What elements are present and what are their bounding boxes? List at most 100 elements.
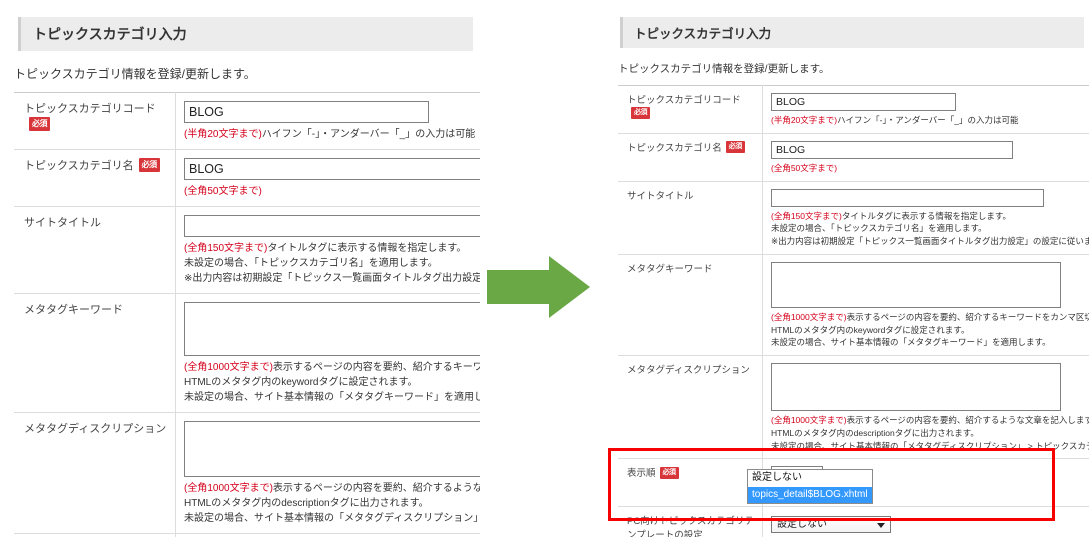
meta-description-note-rest: 表示するページの内容を要約、紹介するような文章を記入します。 bbox=[846, 415, 1089, 425]
meta-description-note-line3: 未設定の場合、サイト基本情報の「メタタグディスクリプション」 > トピックスカテ… bbox=[771, 440, 1089, 451]
row-label-name-text: トピックスカテゴリ名 bbox=[24, 160, 134, 172]
site-title-note: (全角150文字まで)タイトルタグに表示する情報を指定します。 未設定の場合、「… bbox=[771, 210, 1089, 248]
row-label-site-title-text: サイトタイトル bbox=[24, 217, 101, 229]
meta-description-note: (全角1000文字まで)表示するページの内容を要約、紹介するような文章を記入しま… bbox=[771, 414, 1089, 452]
row-label-site-title: サイトタイトル bbox=[618, 181, 763, 255]
table-row: PC向けトピックスカテゴリテンプレートの設定 設定しない (全角50文字まで) bbox=[618, 506, 1089, 537]
meta-keyword-note-line2: HTMLのメタタグ内のkeywordタグに設定されます。 bbox=[184, 377, 418, 388]
code-note-limit: (半角20文字まで) bbox=[184, 129, 262, 140]
row-value-name: (全角50文字まで) bbox=[175, 149, 480, 207]
form-panel-after: トピックスカテゴリ入力 トピックスカテゴリ情報を登録/更新します。 トピックスカ… bbox=[608, 0, 1089, 537]
category-code-input[interactable] bbox=[184, 101, 429, 123]
row-label-code: トピックスカテゴリコード必須 bbox=[618, 85, 763, 134]
row-value-code: (半角20文字まで)ハイフン「-」・アンダーバー「_」の入力は可能 bbox=[175, 92, 480, 150]
table-row: サイトタイトル (全角150文字まで)タイトルタグに表示する情報を指定します。 … bbox=[618, 181, 1089, 255]
table-row: トピックスカテゴリコード必須 (半角20文字まで)ハイフン「-」・アンダーバー「… bbox=[14, 92, 480, 150]
row-label-meta-keyword: メタタグキーワード bbox=[14, 293, 176, 413]
name-note-limit: (全角50文字まで) bbox=[771, 162, 838, 173]
pc-template-select[interactable]: 設定しない bbox=[771, 516, 891, 533]
row-label-meta-keyword: メタタグキーワード bbox=[618, 254, 763, 356]
site-title-note-limit: (全角150文字まで) bbox=[771, 210, 842, 221]
meta-description-note-line3: 未設定の場合、サイト基本情報の「メタタグディスクリプション」 > トピックスカテ… bbox=[184, 513, 480, 524]
pc-template-dropdown-list[interactable]: 設定しない topics_detail$BLOG.xhtml bbox=[747, 469, 873, 504]
site-title-note: (全角150文字まで)タイトルタグに表示する情報を指定します。 未設定の場合、「… bbox=[184, 241, 480, 286]
meta-description-note-line2: HTMLのメタタグ内のdescriptionタグに出力されます。 bbox=[184, 498, 429, 509]
table-row: メタタグディスクリプション (全角1000文字まで)表示するページの内容を要約、… bbox=[618, 355, 1089, 459]
form-panel-before: トピックスカテゴリ入力 トピックスカテゴリ情報を登録/更新します。 トピックスカ… bbox=[0, 0, 480, 537]
site-title-input[interactable] bbox=[771, 188, 1044, 207]
row-label-name: トピックスカテゴリ名 必須 bbox=[14, 149, 176, 207]
category-code-note: (半角20文字まで)ハイフン「-」・アンダーバー「_」の入力は可能 bbox=[184, 127, 480, 142]
dropdown-option-none[interactable]: 設定しない bbox=[748, 470, 872, 487]
pc-template-select-wrap[interactable]: 設定しない bbox=[771, 516, 891, 533]
meta-keyword-note-limit: (全角1000文字まで) bbox=[771, 311, 847, 322]
code-note-rest: ハイフン「-」・アンダーバー「_」の入力は可能 bbox=[837, 115, 1019, 125]
category-name-input[interactable] bbox=[771, 140, 1013, 159]
row-label-meta-description-text: メタタグディスクリプション bbox=[24, 423, 167, 435]
meta-description-textarea[interactable] bbox=[771, 363, 1061, 411]
meta-keyword-note-limit: (全角1000文字まで) bbox=[184, 362, 273, 373]
row-label-site-title-text: サイトタイトル bbox=[627, 190, 694, 202]
category-code-note: (半角20文字まで)ハイフン「-」・アンダーバー「_」の入力は可能 bbox=[771, 114, 1089, 127]
row-label-name: トピックスカテゴリ名 必須 bbox=[618, 133, 763, 181]
table-row: メタタグキーワード (全角1000文字まで)表示するページの内容を要約、紹介する… bbox=[14, 293, 480, 413]
row-value-meta-description: (全角1000文字まで)表示するページの内容を要約、紹介するような文章を記入しま… bbox=[762, 355, 1089, 459]
row-label-code: トピックスカテゴリコード必須 bbox=[14, 92, 176, 150]
row-label-meta-description: メタタグディスクリプション bbox=[618, 355, 763, 459]
category-name-note: (全角50文字まで) bbox=[184, 184, 480, 199]
table-row: トピックスカテゴリコード必須 (半角20文字まで)ハイフン「-」・アンダーバー「… bbox=[618, 85, 1089, 134]
meta-description-note-rest: 表示するページの内容を要約、紹介するような文章を記入します。 bbox=[272, 483, 480, 494]
meta-description-textarea[interactable] bbox=[184, 421, 480, 477]
required-badge: 必須 bbox=[725, 141, 745, 154]
row-value-meta-keyword: (全角1000文字まで)表示するページの内容を要約、紹介するキーワードをカンマ区… bbox=[175, 293, 480, 413]
row-label-code-text: トピックスカテゴリコード bbox=[627, 95, 741, 106]
row-label-pc-template: PC向けトピックスカテゴリテンプレートの設定 bbox=[618, 506, 763, 537]
meta-keyword-note-line2: HTMLのメタタグ内のkeywordタグに設定されます。 bbox=[771, 324, 970, 335]
required-badge: 必須 bbox=[631, 107, 650, 120]
required-badge: 必須 bbox=[29, 117, 50, 131]
page-title-left: トピックスカテゴリ入力 bbox=[18, 17, 473, 51]
meta-keyword-textarea[interactable] bbox=[771, 261, 1061, 308]
row-label-order: 表示順必須 bbox=[618, 458, 763, 507]
row-value-site-title: (全角150文字まで)タイトルタグに表示する情報を指定します。 未設定の場合、「… bbox=[175, 206, 480, 294]
row-label-name-text: トピックスカテゴリ名 bbox=[627, 142, 722, 154]
table-row: メタタグディスクリプション (全角1000文字まで)表示するページの内容を要約、… bbox=[14, 412, 480, 534]
category-code-input[interactable] bbox=[771, 93, 956, 111]
row-label-meta-keyword-text: メタタグキーワード bbox=[24, 304, 123, 316]
dropdown-option-topics-detail-blog[interactable]: topics_detail$BLOG.xhtml bbox=[748, 486, 872, 503]
page-description-right: トピックスカテゴリ情報を登録/更新します。 bbox=[618, 63, 830, 75]
category-name-note: (全角50文字まで) bbox=[771, 162, 1089, 175]
row-value-pc-template: 設定しない (全角50文字まで) bbox=[762, 506, 1089, 537]
row-label-order: 表示順必須 bbox=[14, 533, 176, 537]
site-title-note-line2: 未設定の場合、「トピックスカテゴリ名」を適用します。 bbox=[771, 223, 987, 234]
row-label-meta-description-text: メタタグディスクリプション bbox=[627, 365, 750, 376]
meta-keyword-note-rest: 表示するページの内容を要約、紹介するキーワードをカンマ区切りで記 bbox=[846, 311, 1089, 322]
site-title-note-line3: ※出力内容は初期設定「トピックス一覧画面タイトルタグ出力設定」の設定に従います。 bbox=[771, 236, 1089, 246]
site-title-note-rest: タイトルタグに表示する情報を指定します。 bbox=[841, 210, 1011, 221]
category-name-input[interactable] bbox=[184, 158, 480, 180]
row-label-meta-keyword-text: メタタグキーワード bbox=[627, 263, 713, 275]
table-row: メタタグキーワード (全角1000文字まで)表示するページの内容を要約、紹介する… bbox=[618, 254, 1089, 356]
table-row: トピックスカテゴリ名必須 (全角50文字まで) bbox=[618, 133, 1089, 181]
row-value-meta-description: (全角1000文字まで)表示するページの内容を要約、紹介するような文章を記入しま… bbox=[175, 412, 480, 534]
row-label-code-text: トピックスカテゴリコード bbox=[24, 103, 156, 115]
row-label-meta-description: メタタグディスクリプション bbox=[14, 412, 176, 534]
row-label-site-title: サイトタイトル bbox=[14, 206, 176, 294]
meta-keyword-textarea[interactable] bbox=[184, 302, 480, 356]
site-title-note-line2: 未設定の場合、「トピックスカテゴリ名」を適用します。 bbox=[184, 258, 438, 269]
row-value-name: (全角50文字まで) bbox=[762, 133, 1089, 181]
code-note-limit: (半角20文字まで) bbox=[771, 115, 838, 125]
meta-keyword-note: (全角1000文字まで)表示するページの内容を要約、紹介するキーワードをカンマ区… bbox=[771, 311, 1089, 349]
site-title-input[interactable] bbox=[184, 215, 480, 237]
topics-category-form-left: トピックスカテゴリコード必須 (半角20文字まで)ハイフン「-」・アンダーバー「… bbox=[14, 92, 480, 537]
required-badge: 必須 bbox=[659, 466, 679, 479]
row-value-site-title: (全角150文字まで)タイトルタグに表示する情報を指定します。 未設定の場合、「… bbox=[762, 181, 1089, 255]
site-title-note-rest: タイトルタグに表示する情報を指定します。 bbox=[267, 243, 467, 254]
row-label-order-text: 表示順 bbox=[627, 468, 656, 480]
meta-description-note-limit: (全角1000文字まで) bbox=[184, 483, 273, 494]
site-title-note-line3: ※出力内容は初期設定「トピックス一覧画面タイトルタグ出力設定」の設定に従います。 bbox=[184, 273, 480, 284]
row-label-pc-template-text: PC向けトピックスカテゴリテンプレートの設定 bbox=[627, 516, 754, 537]
meta-keyword-note-line3: 未設定の場合、サイト基本情報の「メタタグキーワード」を適用します。 bbox=[184, 392, 480, 403]
meta-description-note-limit: (全角1000文字まで) bbox=[771, 415, 847, 425]
name-note-limit: (全角50文字まで) bbox=[184, 186, 262, 197]
